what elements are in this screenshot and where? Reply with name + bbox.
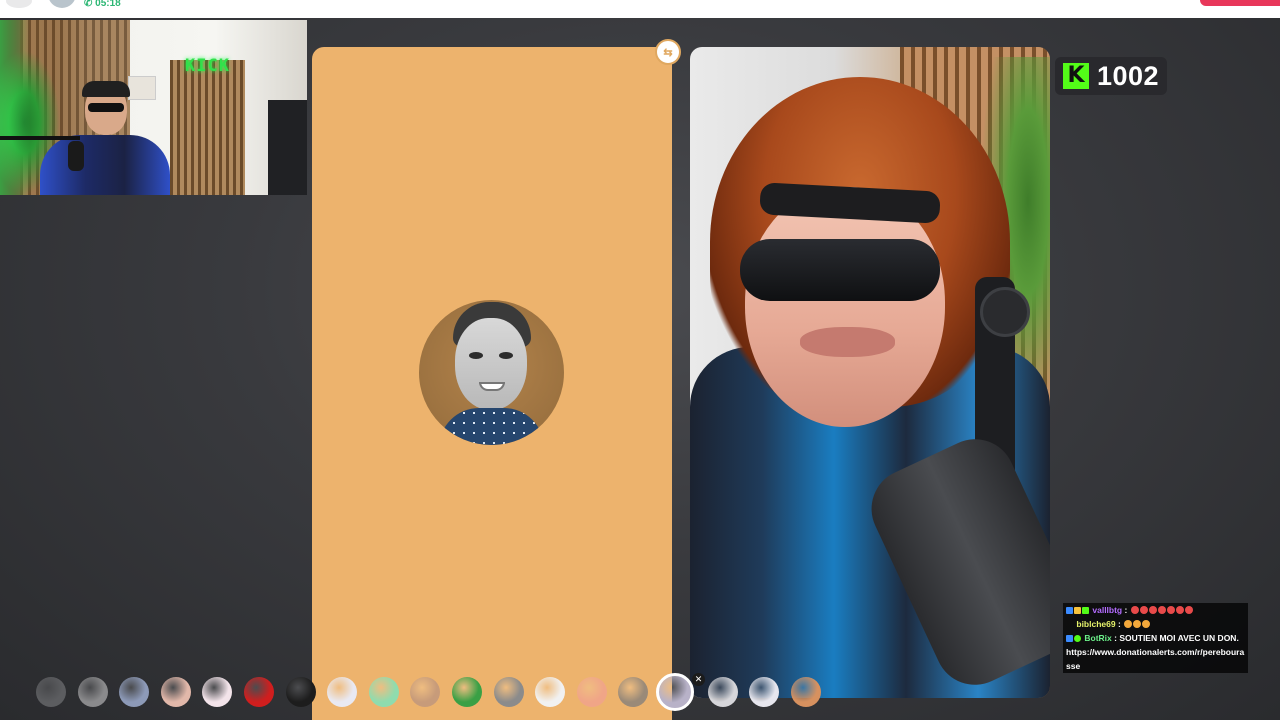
camera-mount: [980, 287, 1030, 337]
filter-mask-button[interactable]: [77, 677, 108, 707]
filter-cute-button[interactable]: [202, 677, 233, 707]
filter-skin-button[interactable]: [160, 677, 191, 707]
streamer: [40, 75, 170, 195]
emote-icon: [1175, 606, 1184, 614]
emote-icon: [1142, 620, 1151, 628]
filter-zombie-button[interactable]: [368, 677, 399, 707]
filter-beard-button[interactable]: [410, 677, 441, 707]
filter-bar: [0, 673, 840, 711]
call-timer: ✆ 05:18: [84, 0, 121, 9]
chat-message: valllbtg :: [1063, 603, 1248, 617]
emote-icon: [1130, 606, 1139, 614]
viewer-count: 1002: [1097, 60, 1160, 91]
emote-icon: [1157, 606, 1166, 614]
kick-logo-icon: K: [1063, 63, 1089, 89]
streamer-webcam: KICK: [0, 20, 307, 195]
filter-blank-button[interactable]: [749, 677, 780, 707]
emote-icon: [1133, 620, 1142, 628]
filter-blur-button[interactable]: [119, 677, 150, 707]
call-time: 05:18: [95, 0, 121, 9]
lips: [800, 327, 895, 357]
filter-dim-button[interactable]: [36, 677, 66, 707]
filter-selected-hair-button[interactable]: [656, 673, 694, 711]
filter-stars-button[interactable]: [327, 677, 358, 707]
filter-ghost-button[interactable]: [535, 677, 566, 707]
mic-arm: [0, 136, 80, 140]
badge-icon: [1066, 607, 1073, 614]
filter-sad-button[interactable]: [707, 677, 738, 707]
chat-overlay: valllbtg : biblche69 : BotRix : SOUTIEN …: [1063, 603, 1248, 673]
chat-separator: :: [1115, 619, 1121, 629]
badge-icon: [1066, 621, 1073, 628]
wood-panel-right: [170, 60, 245, 195]
emote-icon: [1124, 620, 1133, 628]
face: [745, 187, 945, 427]
chat-username: BotRix: [1084, 633, 1112, 643]
monitor: [268, 100, 307, 195]
filter-bald-button[interactable]: [790, 677, 821, 707]
video-chat-screen: ✆ 05:18 KICK ⇆ K 1002 valllbtg: biblche…: [0, 0, 1280, 720]
kick-neon-sign: KICK: [185, 56, 230, 76]
filter-alien-button[interactable]: [452, 677, 482, 707]
top-bar: ✆ 05:18: [0, 0, 1280, 18]
filter-sunglasses-button[interactable]: [493, 677, 524, 707]
filter-speed-button[interactable]: [285, 677, 316, 707]
chat-message: BotRix : SOUTIEN MOI AVEC UN DON. https:…: [1063, 631, 1248, 673]
badge-icon: [1074, 607, 1081, 614]
green-light: [0, 20, 30, 195]
chat-username: biblche69: [1076, 619, 1116, 629]
close-icon[interactable]: ✕: [692, 673, 705, 686]
filter-devil-button[interactable]: [244, 677, 274, 707]
filter-peach-button[interactable]: [576, 677, 607, 707]
sunglasses: [740, 239, 940, 301]
back-button[interactable]: [6, 0, 32, 8]
partner-avatar[interactable]: [48, 0, 76, 8]
filter-donkey-button[interactable]: [618, 677, 649, 707]
memoji-avatar: [419, 300, 564, 445]
remote-video-panel: [690, 47, 1050, 698]
chat-username: valllbtg: [1092, 605, 1123, 615]
kick-viewer-counter: K 1002: [1055, 57, 1168, 95]
badge-icon: [1082, 607, 1089, 614]
phone-icon: ✆: [84, 0, 93, 9]
end-call-button[interactable]: [1200, 0, 1280, 6]
badge-icon: [1066, 635, 1073, 642]
emote-icon: [1184, 606, 1193, 614]
chat-separator: :: [1122, 605, 1128, 615]
chat-message: biblche69 :: [1063, 617, 1248, 631]
emote-icon: [1166, 606, 1175, 614]
swap-icon[interactable]: ⇆: [655, 39, 681, 65]
emote-icon: [1148, 606, 1157, 614]
emote-icon: [1139, 606, 1148, 614]
badge-icon: [1074, 635, 1081, 642]
